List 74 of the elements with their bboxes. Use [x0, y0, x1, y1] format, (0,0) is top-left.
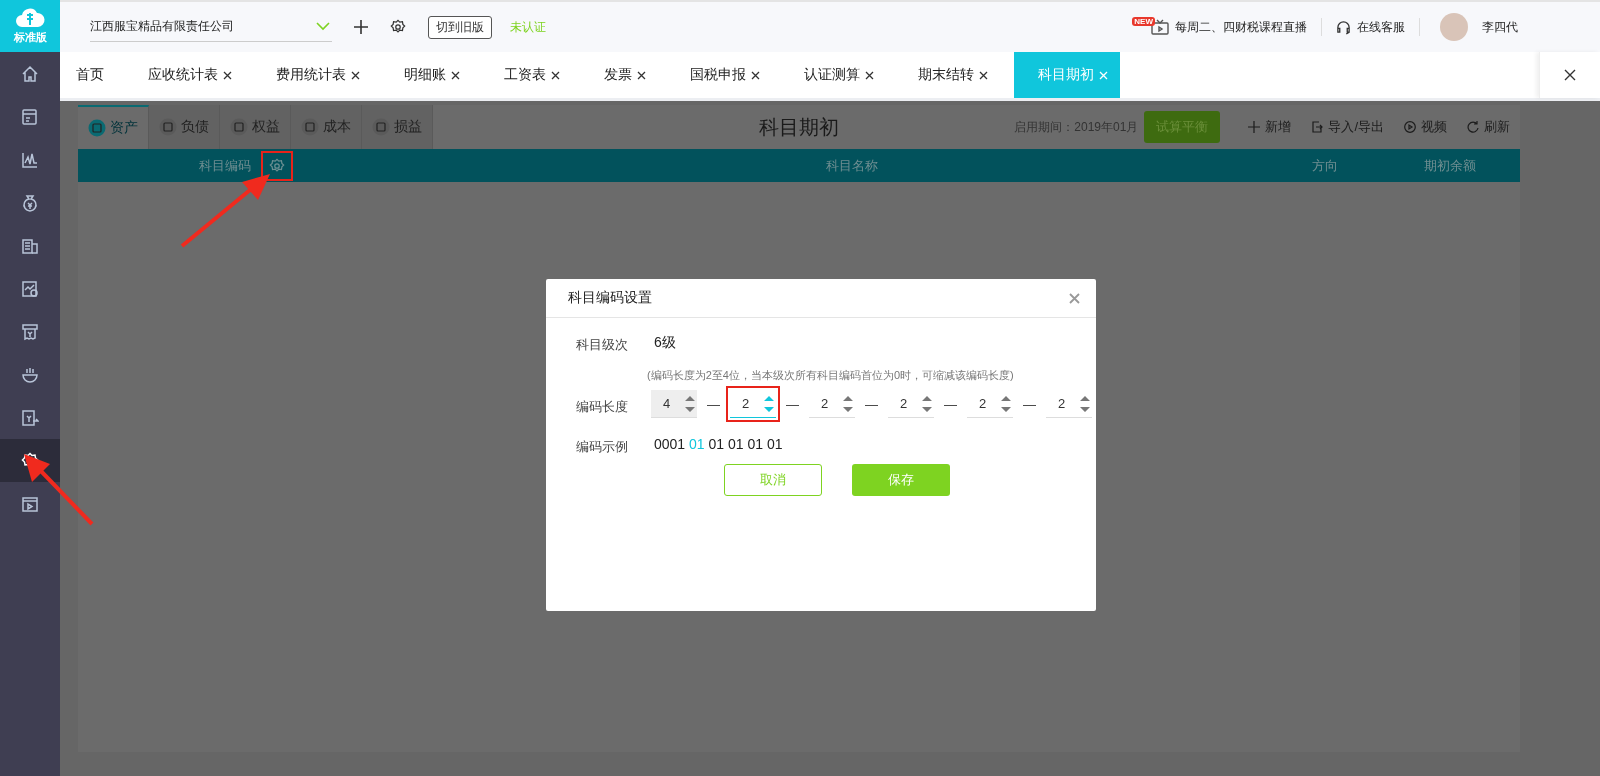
transfer-icon [21, 408, 39, 427]
close-icon[interactable] [637, 70, 646, 80]
page-tab[interactable]: 费用统计表 [258, 52, 378, 98]
separator-dash: — [707, 396, 720, 412]
stepper-arrows-icon[interactable] [1080, 393, 1090, 414]
page-tab[interactable]: 认证测算 [786, 52, 892, 98]
line-chart-icon [21, 150, 39, 169]
page-tab[interactable]: 首页 [60, 52, 122, 98]
separator-dash: — [944, 396, 957, 412]
chevron-down-icon [316, 22, 330, 31]
number-stepper[interactable]: 2 [1046, 390, 1092, 418]
column-header: 科目名称 [824, 156, 879, 175]
report-icon [21, 279, 39, 298]
field-label: 科目级次 [576, 336, 629, 354]
settings-icon [269, 157, 285, 174]
receipt-icon [21, 322, 39, 341]
live-course-link[interactable]: NEW 每周二、四财税课程直播 [1132, 18, 1307, 36]
headset-icon [1336, 19, 1351, 35]
close-icon[interactable] [865, 70, 874, 80]
column-header: 期初余额 [1423, 156, 1477, 175]
page-tab[interactable]: 应收统计表 [130, 52, 250, 98]
level-value: 6级 [654, 334, 676, 352]
avatar [1440, 13, 1468, 41]
new-badge: NEW [1132, 16, 1155, 26]
stepper-arrows-icon[interactable] [843, 393, 853, 414]
number-stepper[interactable]: 2 [967, 390, 1013, 418]
code-example: 0001 01 01 01 01 01 [654, 436, 783, 452]
money-bag-icon [21, 193, 39, 212]
stepper-arrows-icon[interactable] [1001, 393, 1011, 414]
export-icon [1311, 121, 1324, 133]
number-stepper[interactable]: 2 [809, 390, 855, 418]
field-label: 编码长度 [576, 398, 629, 416]
close-icon[interactable] [551, 70, 560, 80]
page-tab[interactable]: 国税申报 [672, 52, 778, 98]
auth-status: 未认证 [510, 18, 546, 36]
refresh-icon [1467, 121, 1479, 133]
close-icon[interactable] [751, 70, 760, 80]
page-tab[interactable]: 期末结转 [900, 52, 1006, 98]
close-icon[interactable] [451, 70, 460, 80]
separator-dash: — [865, 396, 878, 412]
building-icon [21, 236, 39, 255]
close-icon[interactable] [979, 70, 988, 80]
dialog-title: 科目编码设置 [568, 289, 652, 307]
play-icon [1404, 121, 1416, 133]
stepper-arrows-icon[interactable] [922, 393, 932, 414]
close-icon[interactable] [351, 70, 360, 80]
page-tab[interactable]: 明细账 [386, 52, 478, 98]
separator-dash: — [1023, 396, 1036, 412]
home-icon [21, 64, 39, 83]
page-title: 科目期初 [759, 114, 839, 140]
code-settings-button[interactable] [261, 150, 293, 181]
plus-icon[interactable] [354, 20, 368, 34]
company-select[interactable]: 江西服宝精品有限责任公司 [90, 12, 332, 42]
separator-dash: — [786, 396, 799, 412]
switch-version-button[interactable]: 切到旧版 [428, 15, 492, 39]
page-tab[interactable]: 发票 [586, 52, 664, 98]
user-name[interactable]: 李四代 [1482, 18, 1518, 36]
logo-label: 标准版 [13, 30, 47, 45]
video-icon [21, 494, 39, 513]
hint-text: (编码长度为2至4位，当本级次所有科目编码首位为0时，可缩减该编码长度) [647, 368, 1015, 383]
settings-icon[interactable] [390, 19, 406, 35]
bowl-icon [21, 365, 39, 384]
column-header: 科目编码 [199, 156, 251, 175]
plus-icon [1248, 121, 1261, 133]
column-header: 方向 [1311, 156, 1339, 175]
number-stepper[interactable]: 2 [888, 390, 934, 418]
field-label: 编码示例 [576, 438, 629, 456]
close-icon [1564, 69, 1576, 81]
bill-icon [21, 107, 39, 126]
online-service-link[interactable]: 在线客服 [1336, 18, 1405, 36]
close-icon[interactable] [223, 70, 232, 80]
cloud-logo-icon [15, 7, 45, 29]
page-tab[interactable]: 工资表 [486, 52, 578, 98]
tv-icon [1151, 19, 1169, 35]
